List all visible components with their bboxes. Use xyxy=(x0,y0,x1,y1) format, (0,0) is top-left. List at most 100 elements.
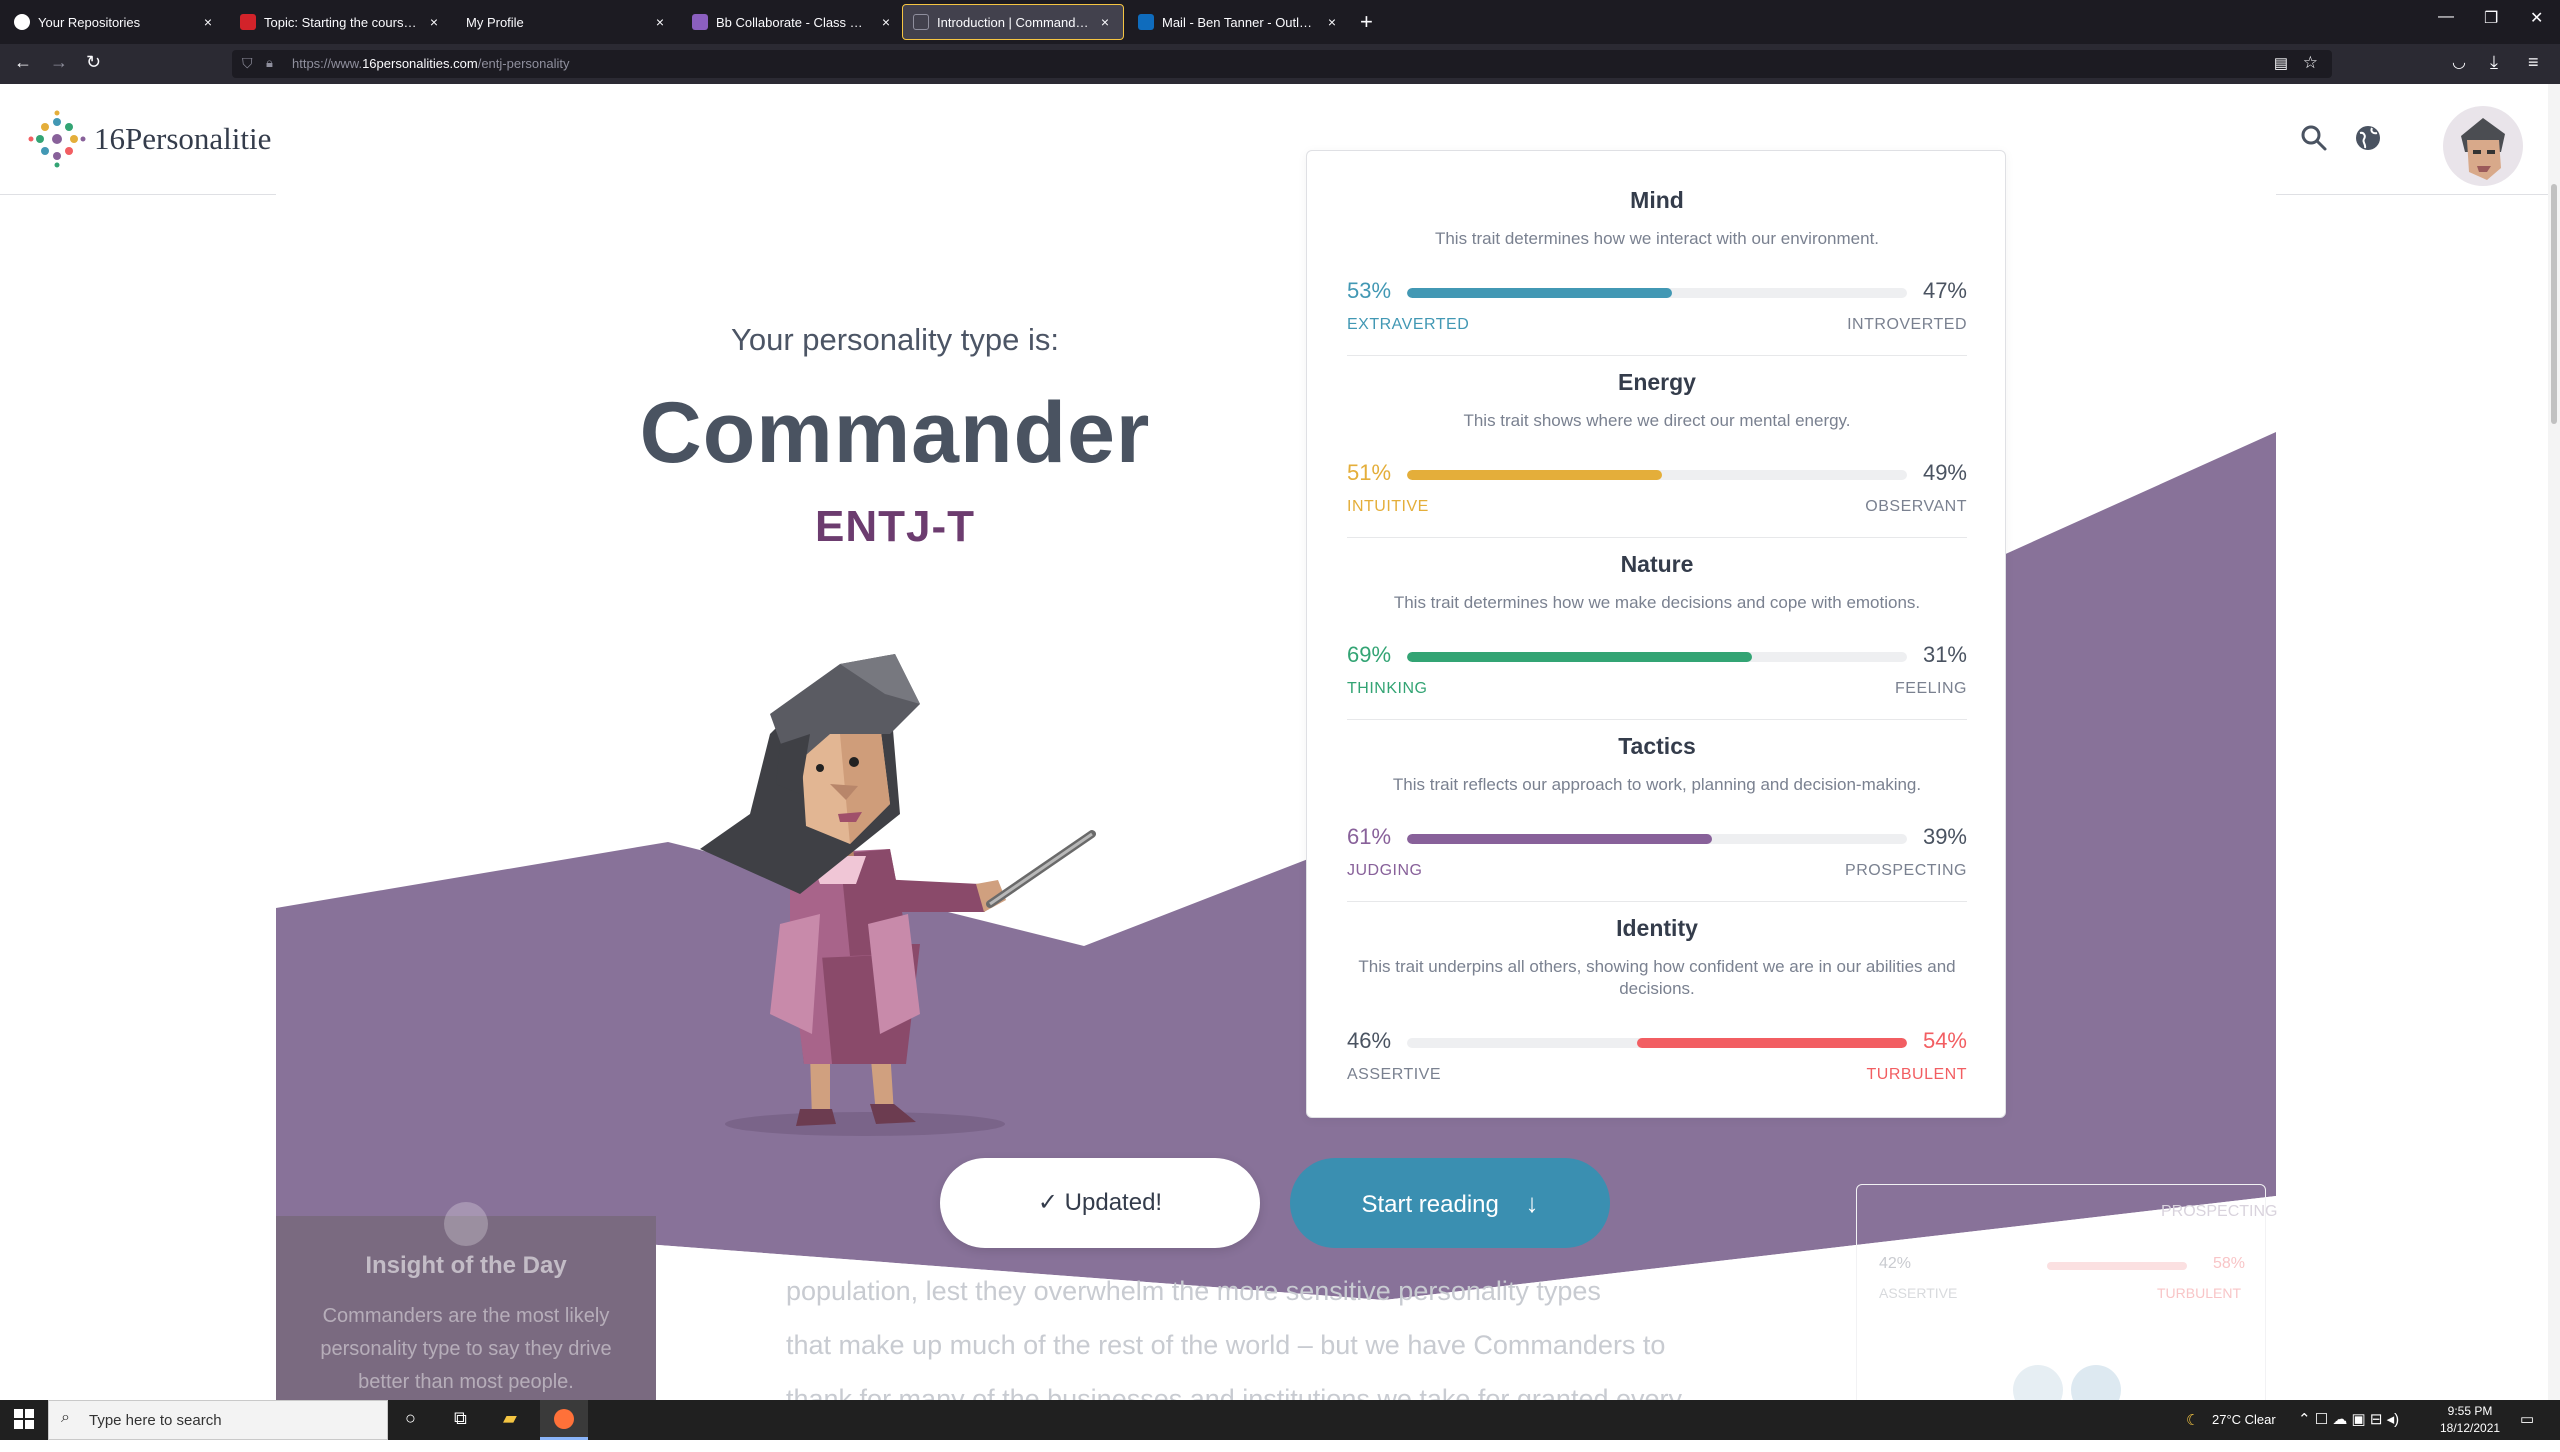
trait-nature[interactable]: Nature This trait determines how we make … xyxy=(1347,551,1967,702)
trait-tactics[interactable]: Tactics This trait reflects our approach … xyxy=(1347,733,1967,884)
search-icon[interactable] xyxy=(2300,124,2328,157)
tab-introduction-commander[interactable]: Introduction | Commander (EN × xyxy=(902,4,1124,40)
reader-view-icon[interactable]: ▤ xyxy=(2274,54,2288,72)
tab-mail-outlook[interactable]: Mail - Ben Tanner - Outlook × xyxy=(1128,4,1350,40)
close-icon[interactable]: × xyxy=(1097,14,1113,30)
trait-left-percent: 61% xyxy=(1347,824,1392,849)
trait-bar-track xyxy=(1407,1038,1907,1048)
task-view-icon[interactable]: ⧉ xyxy=(454,1408,467,1429)
bookmark-star-icon[interactable]: ☆ xyxy=(2303,53,2318,73)
tab-bb-collaborate[interactable]: Bb Collaborate - Class B - Web × xyxy=(682,4,904,40)
trait-bar-fill xyxy=(1407,652,1752,662)
trait-divider xyxy=(1347,901,1967,902)
trait-identity[interactable]: Identity This trait underpins all others,… xyxy=(1347,915,1967,1088)
trait-right-label: TURBULENT xyxy=(1866,1066,1967,1083)
article-line: population, lest they overwhelm the more… xyxy=(786,1276,1601,1306)
share-circle-icon[interactable] xyxy=(2071,1365,2121,1400)
tab-label: My Profile xyxy=(466,14,524,30)
site-header: 16Personalitie xyxy=(0,84,2560,194)
url-text[interactable]: https://www.16personalities.com/entj-per… xyxy=(292,56,569,71)
tab-your-repositories[interactable]: Your Repositories × xyxy=(4,4,226,40)
updated-button[interactable]: ✓ Updated! xyxy=(940,1158,1260,1248)
taskbar-search[interactable]: ⌕ Type here to search xyxy=(48,1400,388,1440)
browser-nav-bar: ← → ↻ ⛉ 🔒︎ https://www.16personalities.c… xyxy=(0,44,2560,84)
close-icon[interactable]: × xyxy=(652,14,668,30)
firefox-taskbar-button[interactable] xyxy=(540,1400,588,1440)
close-window-button[interactable]: ✕ xyxy=(2530,8,2543,28)
lock-icon[interactable]: 🔒︎ xyxy=(266,55,273,71)
trait-right-label: PROSPECTING xyxy=(1845,862,1967,879)
restore-button[interactable]: ❐ xyxy=(2484,8,2498,28)
article-line: that make up much of the rest of the wor… xyxy=(786,1330,1666,1360)
trait-energy[interactable]: Energy This trait shows where we direct o… xyxy=(1347,369,1967,520)
avatar[interactable] xyxy=(2443,106,2523,186)
trait-right-percent: 49% xyxy=(1922,460,1967,485)
shield-icon[interactable]: ⛉ xyxy=(242,55,253,72)
moodle-icon xyxy=(240,14,256,30)
reload-button[interactable]: ↻ xyxy=(86,52,101,73)
trait-left-percent: 51% xyxy=(1347,460,1392,485)
weather-icon[interactable]: ☾ xyxy=(2186,1411,2199,1451)
trait-right-label: FEELING xyxy=(1895,680,1967,697)
logo-dots-icon xyxy=(28,110,86,168)
ghost-right-pct: 58% xyxy=(2213,1255,2246,1272)
notifications-icon[interactable]: ▭ xyxy=(2520,1410,2534,1450)
trait-name: Identity xyxy=(1616,915,1698,941)
minimize-button[interactable]: — xyxy=(2438,8,2454,26)
globe-icon[interactable] xyxy=(2354,124,2382,157)
personality-type-name: Commander xyxy=(639,385,1151,481)
insight-panel: Insight of the Day Commanders are the mo… xyxy=(276,1202,656,1400)
trait-divider xyxy=(1347,719,1967,720)
tab-label: Your Repositories xyxy=(38,14,141,30)
tab-label: Introduction | Commander (EN xyxy=(937,14,1089,30)
trait-description: This trait underpins all others, showing… xyxy=(1358,957,1956,998)
close-icon[interactable]: × xyxy=(878,14,894,30)
start-reading-label: Start reading xyxy=(1361,1191,1499,1218)
insight-title: Insight of the Day xyxy=(365,1252,567,1279)
back-button[interactable]: ← xyxy=(14,52,32,73)
scrollbar-thumb[interactable] xyxy=(2551,184,2557,424)
tab-my-profile[interactable]: My Profile × xyxy=(456,4,678,40)
trait-description: This trait determines how we make decisi… xyxy=(1393,593,1921,612)
windows-start-icon[interactable] xyxy=(14,1409,34,1434)
file-explorer-icon[interactable]: ▰ xyxy=(503,1408,517,1429)
ghost-prospecting-label: PROSPECTING xyxy=(2161,1203,2278,1220)
ghost-bar xyxy=(2047,1262,2187,1270)
address-bar[interactable]: ⛉ 🔒︎ https://www.16personalities.com/ent… xyxy=(232,50,2332,78)
weather-text[interactable]: 27°C Clear xyxy=(2212,1412,2276,1452)
close-icon[interactable]: × xyxy=(200,14,216,30)
system-tray-icons[interactable]: ⌃ ☐ ☁ ▣ ⊟ ◂) xyxy=(2298,1410,2399,1450)
start-reading-button[interactable]: Start reading ↓ xyxy=(1290,1158,1610,1248)
clock[interactable]: 9:55 PM 18/12/2021 xyxy=(2440,1403,2500,1443)
tab-topic[interactable]: Topic: Starting the course, Assig × xyxy=(230,4,452,40)
forward-button[interactable]: → xyxy=(50,52,68,73)
page-scrollbar[interactable] xyxy=(2548,84,2560,1400)
tab-label: Mail - Ben Tanner - Outlook xyxy=(1162,14,1316,30)
pocket-icon[interactable]: ◡ xyxy=(2452,52,2466,72)
trait-bar-fill xyxy=(1407,834,1712,844)
tab-label: Topic: Starting the course, Assig xyxy=(264,14,418,30)
trait-left-percent: 69% xyxy=(1347,642,1392,667)
share-circle-icon[interactable] xyxy=(2013,1365,2063,1400)
trait-left-label: INTUITIVE xyxy=(1347,498,1429,515)
menu-icon[interactable]: ≡ xyxy=(2528,52,2539,73)
new-tab-button[interactable]: + xyxy=(1360,8,1373,36)
web-page: 16Personalitie Your personality type is:… xyxy=(0,84,2560,1400)
personality-intro: Your personality type is: xyxy=(731,322,1059,357)
trait-mind[interactable]: Mind This trait determines how we interac… xyxy=(1347,187,1967,338)
ghost-turbulent-label: TURBULENT xyxy=(2157,1285,2242,1301)
search-icon: ⌕ xyxy=(61,1409,70,1426)
trait-left-label: ASSERTIVE xyxy=(1347,1066,1442,1083)
trait-description: This trait determines how we interact wi… xyxy=(1434,229,1880,248)
article-body: population, lest they overwhelm the more… xyxy=(786,1264,1736,1400)
cortana-icon[interactable]: ○ xyxy=(405,1408,416,1429)
close-icon[interactable]: × xyxy=(1324,14,1340,30)
site-logo[interactable]: 16Personalitie xyxy=(28,110,271,168)
downloads-icon[interactable]: ⤓ xyxy=(2490,52,2498,73)
trait-name: Nature xyxy=(1620,551,1694,577)
trait-bar-fill xyxy=(1637,1038,1907,1048)
article-line: thank for many of the businesses and ins… xyxy=(786,1384,1682,1400)
trait-name: Mind xyxy=(1630,187,1684,213)
close-icon[interactable]: × xyxy=(426,14,442,30)
blackboard-icon xyxy=(692,14,708,30)
